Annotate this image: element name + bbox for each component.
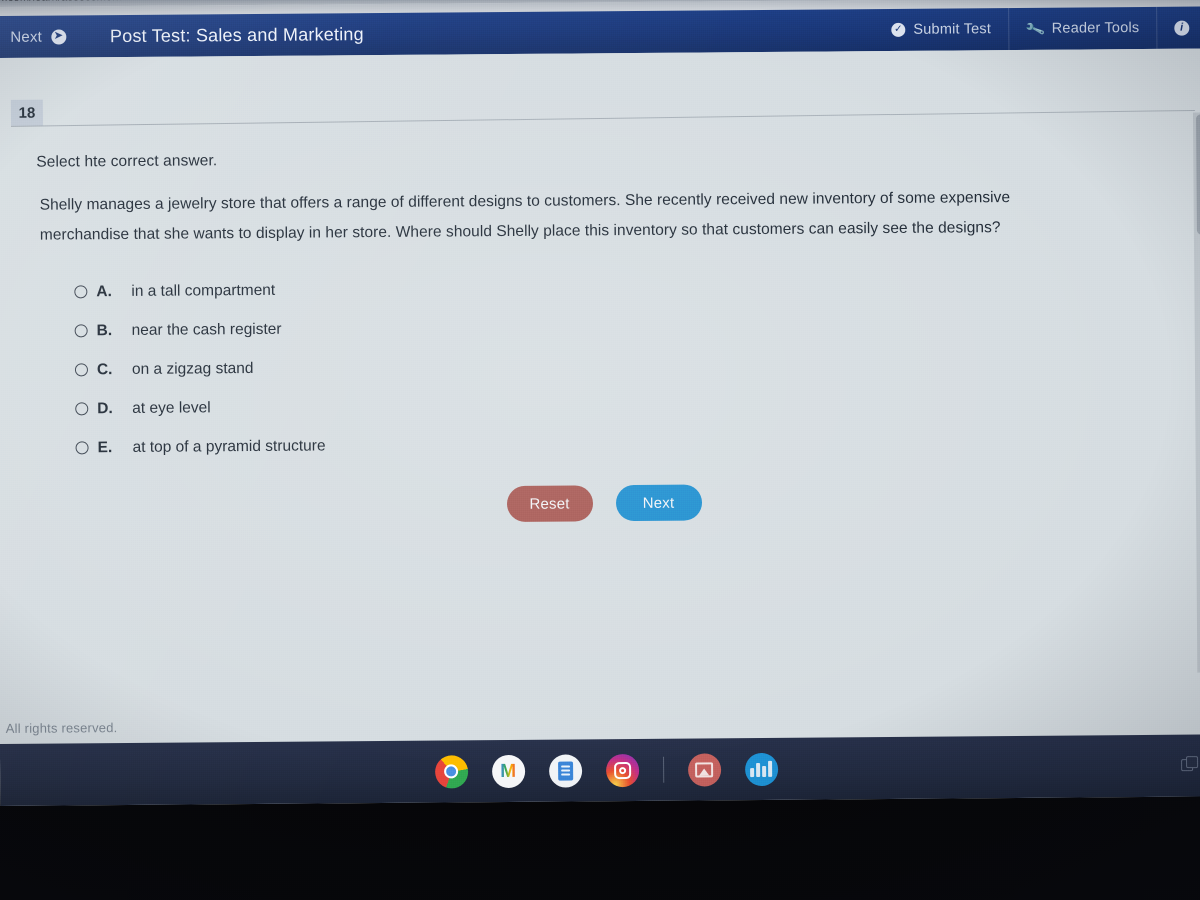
radio-button-e[interactable] [75, 441, 89, 455]
window-switcher-icon[interactable] [1181, 756, 1200, 775]
answer-option-a[interactable]: A. in a tall compartment [74, 270, 324, 311]
gmail-icon-glyph: M [500, 760, 517, 782]
footer-text: All rights reserved. [5, 720, 118, 736]
photos-icon-frame [695, 761, 714, 778]
info-button[interactable]: i [1156, 6, 1200, 49]
option-text-e: at top of a pyramid structure [132, 436, 326, 456]
option-letter-e: E. [97, 438, 113, 456]
submit-test-button[interactable]: ✓ Submit Test [874, 8, 1008, 51]
radio-button-d[interactable] [75, 402, 89, 416]
next-button[interactable]: Next [615, 484, 702, 522]
header-spacer [364, 30, 875, 34]
question-number-tab: 18 [10, 99, 44, 126]
taskbar-icon-list: M [434, 752, 778, 789]
option-text-b: near the cash register [131, 320, 282, 339]
option-letter-c: C. [96, 360, 113, 378]
header-next-label: Next [10, 28, 43, 46]
reader-tools-button[interactable]: 🔧 Reader Tools [1007, 6, 1157, 51]
option-letter-b: B. [96, 321, 113, 339]
taskbar-separator [662, 756, 664, 783]
option-text-a: in a tall compartment [131, 281, 276, 300]
google-docs-icon[interactable] [548, 753, 582, 788]
info-circle-icon: i [1174, 20, 1190, 36]
header-actions: ✓ Submit Test 🔧 Reader Tools i [874, 6, 1200, 51]
question-text: Shelly manages a jewelry store that offe… [39, 189, 1011, 244]
option-text-c: on a zigzag stand [131, 359, 254, 378]
option-letter-d: D. [97, 399, 113, 417]
action-buttons: Reset Next [0, 480, 1200, 526]
radio-button-b[interactable] [74, 324, 88, 338]
answer-options: A. in a tall compartment B. near the cas… [74, 270, 326, 467]
instagram-icon-camera [613, 761, 631, 779]
monitor-screen: ...com/learn/assessment Next ➤ Post Test… [0, 0, 1200, 806]
blue-app-icon[interactable] [744, 752, 778, 786]
gmail-icon[interactable]: M [491, 754, 525, 788]
chrome-icon[interactable] [434, 754, 468, 789]
photographed-screen: ...com/learn/assessment Next ➤ Post Test… [0, 0, 1200, 900]
question-page: 18 Select hte correct answer. Shelly man… [0, 48, 1200, 744]
os-taskbar: M [0, 734, 1200, 806]
header-next-nav[interactable]: Next ➤ [0, 15, 86, 58]
answer-option-e[interactable]: E. at top of a pyramid structure [75, 426, 326, 467]
radio-button-a[interactable] [74, 285, 88, 299]
submit-test-label: Submit Test [913, 21, 992, 38]
chrome-icon-center [444, 764, 459, 779]
question-instruction: Select hte correct answer. [36, 152, 218, 171]
scrollbar-thumb[interactable] [1195, 114, 1200, 235]
docs-icon-sheet [557, 760, 573, 781]
option-letter-a: A. [96, 282, 112, 300]
photos-icon[interactable] [687, 752, 721, 787]
answer-option-b[interactable]: B. near the cash register [74, 309, 324, 350]
reset-button[interactable]: Reset [506, 485, 593, 522]
answer-option-d[interactable]: D. at eye level [75, 387, 325, 428]
check-circle-icon: ✓ [891, 22, 906, 37]
reader-tools-label: Reader Tools [1051, 20, 1140, 37]
option-text-d: at eye level [132, 398, 211, 417]
radio-button-c[interactable] [74, 363, 89, 377]
instagram-icon[interactable] [605, 753, 639, 787]
page-scrollbar[interactable] [1192, 112, 1200, 673]
answer-option-c[interactable]: C. on a zigzag stand [74, 348, 325, 389]
arrow-right-circle-icon: ➤ [50, 28, 67, 45]
page-title: Post Test: Sales and Marketing [109, 23, 364, 46]
header-divider [11, 109, 1195, 127]
wrench-icon: 🔧 [1023, 17, 1046, 39]
blue-app-icon-bars [750, 760, 773, 778]
